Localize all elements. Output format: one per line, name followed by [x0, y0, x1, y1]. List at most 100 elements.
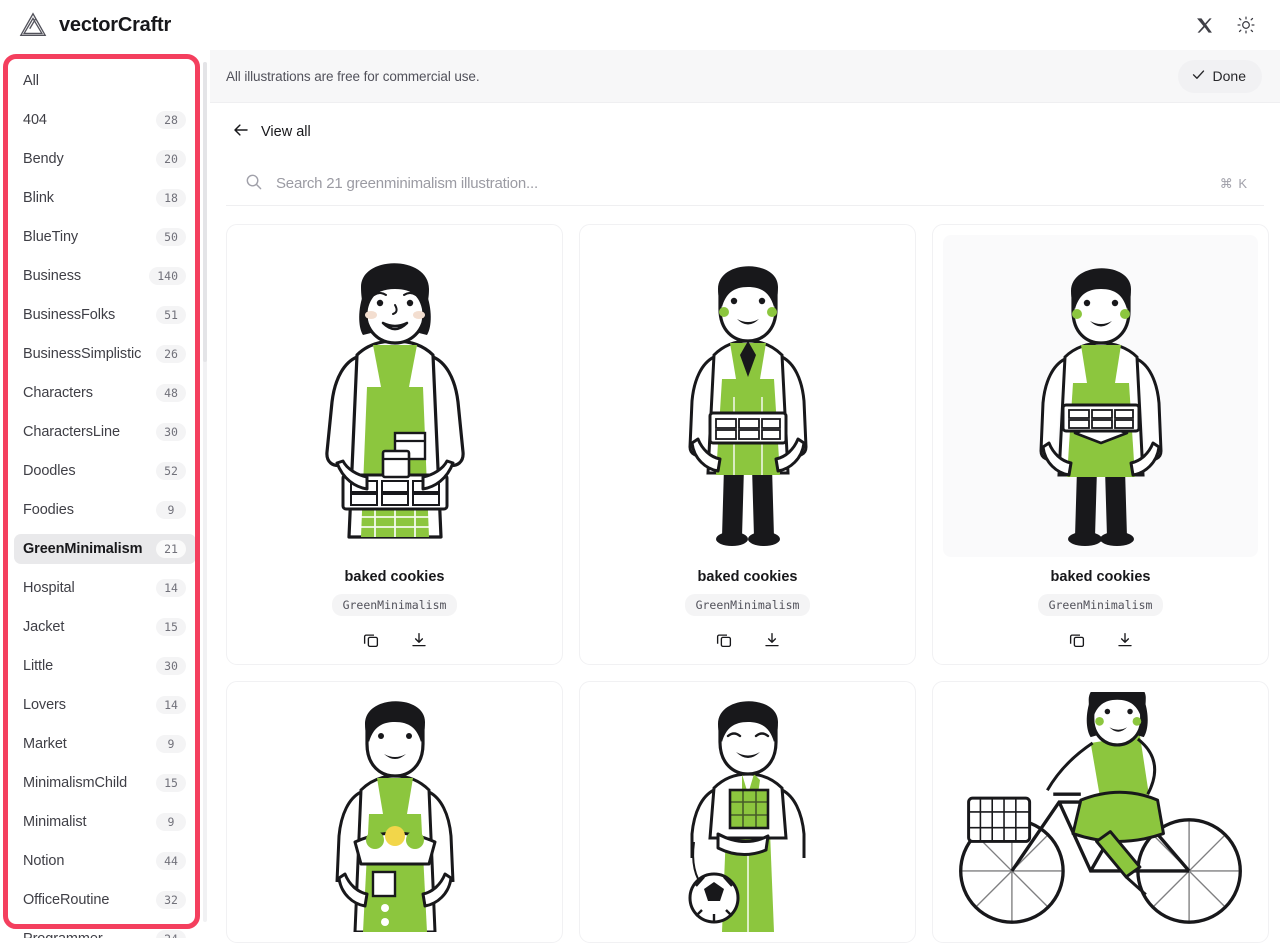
notice-text: All illustrations are free for commercia…: [226, 68, 480, 84]
illustration-preview[interactable]: [590, 692, 905, 932]
sidebar-item-count: 32: [156, 891, 186, 909]
sidebar-item-count: 52: [156, 462, 186, 480]
sidebar-item-little[interactable]: Little 30: [14, 651, 196, 681]
illustration-category-tag[interactable]: GreenMinimalism: [1037, 594, 1164, 616]
body-wrapper: All 404 28 Bendy 20 Blink 18 BlueTiny 50 Business…: [0, 50, 1280, 944]
sidebar-item-404[interactable]: 404 28: [14, 105, 196, 135]
view-all-link[interactable]: View all: [232, 121, 311, 143]
sidebar-item-count: 9: [156, 735, 186, 753]
illustration-title: baked cookies: [1050, 569, 1151, 585]
sidebar-item-jacket[interactable]: Jacket 15: [14, 612, 196, 642]
illustration-category-tag[interactable]: GreenMinimalism: [331, 594, 458, 616]
sidebar-item-label: BlueTiny: [23, 229, 79, 245]
brand-name: vectorCraftr: [59, 13, 172, 36]
illustration-tag-row: GreenMinimalism: [590, 594, 905, 616]
sidebar-item-greenminimalism[interactable]: GreenMinimalism 21: [14, 534, 196, 564]
search-icon: [244, 172, 263, 196]
sidebar-item-hospital[interactable]: Hospital 14: [14, 573, 196, 603]
sidebar-item-characters[interactable]: Characters 48: [14, 378, 196, 408]
sidebar-item-charactersline[interactable]: CharactersLine 30: [14, 417, 196, 447]
sidebar-item-label: 404: [23, 112, 47, 128]
search-shortcut-hint: ⌘ K: [1219, 175, 1248, 191]
illustration-card[interactable]: [932, 681, 1269, 943]
illustration-preview[interactable]: [943, 692, 1258, 932]
illustration-grid-row-1: baked cookies GreenMinimalism baked cooki…: [210, 206, 1280, 665]
download-icon[interactable]: [762, 630, 782, 650]
sidebar-item-count: 14: [156, 579, 186, 597]
sidebar-item-bluetiny[interactable]: BlueTiny 50: [14, 222, 196, 252]
sidebar-item-label: Business: [23, 268, 82, 284]
sidebar-item-label: Characters: [23, 385, 93, 401]
sidebar-item-businesssimplistic[interactable]: BusinessSimplistic 26: [14, 339, 196, 369]
illustration-category-tag[interactable]: GreenMinimalism: [684, 594, 811, 616]
copy-icon[interactable]: [714, 630, 734, 650]
sidebar-scrollbar-thumb[interactable]: [203, 62, 207, 362]
sidebar-item-doodles[interactable]: Doodles 52: [14, 456, 196, 486]
illustration-card-actions: [943, 630, 1258, 650]
sidebar-item-count: 30: [156, 657, 186, 675]
arrow-left-icon: [232, 121, 250, 143]
illustration-card[interactable]: baked cookies GreenMinimalism: [579, 224, 916, 665]
copy-icon[interactable]: [1067, 630, 1087, 650]
sidebar-item-label: MinimalismChild: [23, 775, 128, 791]
sidebar-item-all[interactable]: All: [14, 66, 196, 96]
sidebar-item-market[interactable]: Market 9: [14, 729, 196, 759]
download-icon[interactable]: [1115, 630, 1135, 650]
sidebar-item-count: 50: [156, 228, 186, 246]
search-input[interactable]: [276, 175, 1207, 192]
sidebar-item-notion[interactable]: Notion 44: [14, 846, 196, 876]
illustration-preview[interactable]: [590, 235, 905, 557]
sidebar-item-label: Little: [23, 658, 54, 674]
sidebar-item-count: 9: [156, 813, 186, 831]
done-button[interactable]: Done: [1177, 59, 1262, 93]
illustration-preview[interactable]: [237, 235, 552, 557]
sidebar-item-blink[interactable]: Blink 18: [14, 183, 196, 213]
illustration-card[interactable]: baked cookies GreenMinimalism: [932, 224, 1269, 665]
download-icon[interactable]: [409, 630, 429, 650]
illustration-title: baked cookies: [344, 569, 445, 585]
sidebar-item-lovers[interactable]: Lovers 14: [14, 690, 196, 720]
sidebar-item-minimalist[interactable]: Minimalist 9: [14, 807, 196, 837]
illustration-title: baked cookies: [697, 569, 798, 585]
sidebar-item-count: 20: [156, 150, 186, 168]
sidebar-item-label: OfficeRoutine: [23, 892, 110, 908]
illustration-card-actions: [237, 630, 552, 650]
sidebar-item-label: Hospital: [23, 580, 75, 596]
illustration-preview[interactable]: [237, 692, 552, 932]
illustration-card[interactable]: baked cookies GreenMinimalism: [226, 224, 563, 665]
sidebar-item-programmer[interactable]: Programmer 24: [14, 924, 196, 938]
sidebar-item-count: 26: [156, 345, 186, 363]
sidebar-item-label: All: [23, 73, 39, 89]
triangle-logo-icon: [18, 10, 48, 40]
illustration-tag-row: GreenMinimalism: [943, 594, 1258, 616]
sidebar-item-minimalismchild[interactable]: MinimalismChild 15: [14, 768, 196, 798]
copy-icon[interactable]: [361, 630, 381, 650]
sun-icon[interactable]: [1232, 11, 1260, 39]
sidebar-scrollbar[interactable]: [203, 62, 207, 922]
illustration-card[interactable]: [226, 681, 563, 943]
sidebar-item-label: BusinessFolks: [23, 307, 116, 323]
sidebar-item-label: CharactersLine: [23, 424, 120, 440]
sidebar-item-count: 14: [156, 696, 186, 714]
sidebar-item-count: 30: [156, 423, 186, 441]
sidebar-item-label: BusinessSimplistic: [23, 346, 142, 362]
sidebar-item-businessfolks[interactable]: BusinessFolks 51: [14, 300, 196, 330]
top-bar-actions: [1190, 11, 1260, 39]
sidebar-item-foodies[interactable]: Foodies 9: [14, 495, 196, 525]
sidebar-item-count: 9: [156, 501, 186, 519]
main-content: All illustrations are free for commercia…: [210, 50, 1280, 944]
sidebar-item-label: Notion: [23, 853, 65, 869]
search-bar[interactable]: ⌘ K: [226, 162, 1264, 206]
illustration-card[interactable]: [579, 681, 916, 943]
sidebar-item-officeroutine[interactable]: OfficeRoutine 32: [14, 885, 196, 915]
illustration-preview[interactable]: [943, 235, 1258, 557]
illustration-card-actions: [590, 630, 905, 650]
brand[interactable]: vectorCraftr: [18, 10, 171, 40]
sidebar-item-count: 51: [156, 306, 186, 324]
done-button-label: Done: [1212, 68, 1246, 84]
sidebar-item-business[interactable]: Business 140: [14, 261, 196, 291]
x-twitter-icon[interactable]: [1190, 11, 1218, 39]
sidebar-item-bendy[interactable]: Bendy 20: [14, 144, 196, 174]
sidebar-item-count: 15: [156, 774, 186, 792]
sidebar-category-list[interactable]: All 404 28 Bendy 20 Blink 18 BlueTiny 50 Business…: [6, 56, 204, 938]
